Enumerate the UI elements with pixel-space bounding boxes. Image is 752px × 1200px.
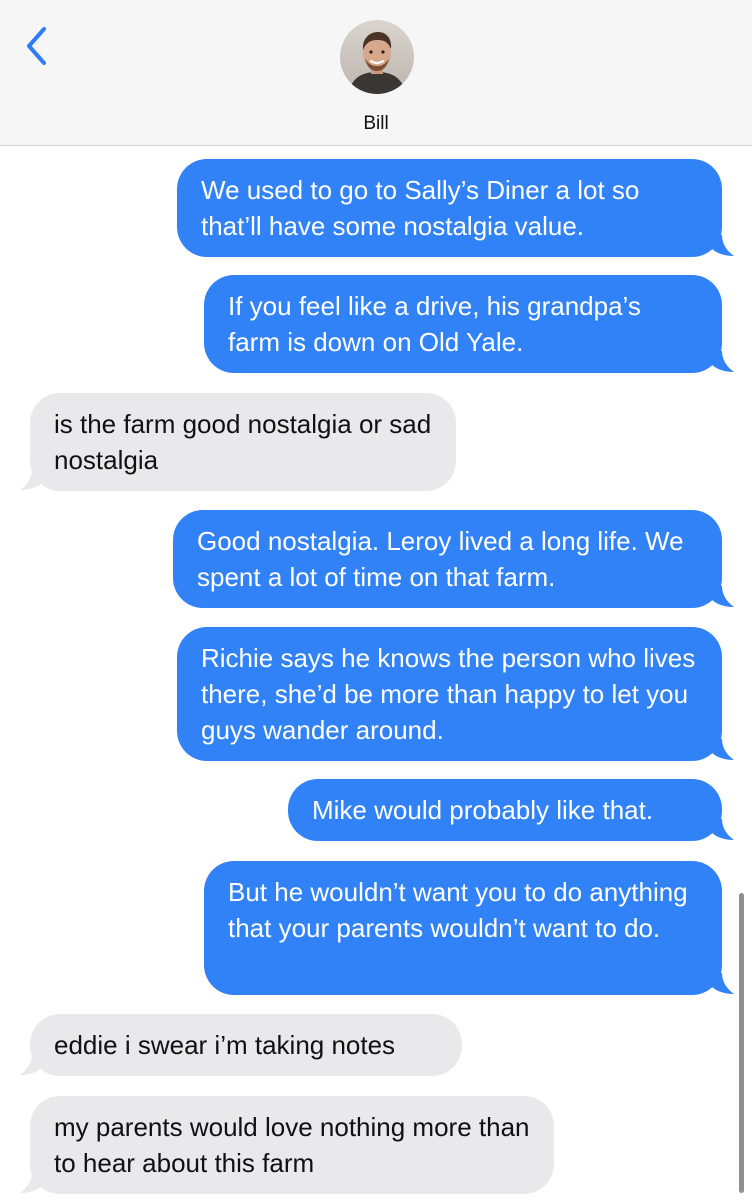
message-text: eddie i swear i’m taking notes bbox=[54, 1030, 396, 1060]
message-text: Mike would probably like that. bbox=[312, 795, 654, 825]
contact-name[interactable]: Bill bbox=[0, 113, 752, 135]
sent-message-bubble[interactable]: We used to go to Sally’s Diner a lot so … bbox=[177, 159, 722, 257]
chevron-left-icon bbox=[27, 27, 46, 65]
contact-avatar[interactable] bbox=[340, 20, 414, 94]
sent-message-bubble[interactable]: Richie says he knows the person who live… bbox=[177, 627, 722, 761]
message-text: Good nostalgia. Leroy lived a long life.… bbox=[197, 526, 684, 592]
message-text: If you feel like a drive, his grandpa’s … bbox=[228, 291, 641, 357]
sent-message-bubble[interactable]: Mike would probably like that. bbox=[288, 779, 722, 841]
bubble-tail bbox=[20, 1054, 43, 1075]
back-button[interactable] bbox=[22, 24, 56, 68]
received-message-bubble[interactable]: is the farm good nostalgia or sad nostal… bbox=[30, 393, 456, 491]
bubble-tail bbox=[711, 739, 734, 760]
sent-message-bubble[interactable]: Good nostalgia. Leroy lived a long life.… bbox=[173, 510, 722, 608]
bubble-tail bbox=[20, 1172, 43, 1193]
message-text: But he wouldn’t want you to do anything … bbox=[228, 877, 688, 943]
bubble-tail bbox=[20, 469, 43, 490]
bubble-tail bbox=[711, 586, 734, 607]
bubble-tail bbox=[711, 235, 734, 256]
message-thread[interactable]: We used to go to Sally’s Diner a lot so … bbox=[0, 146, 752, 1200]
bubble-tail bbox=[711, 973, 734, 994]
received-message-bubble[interactable]: my parents would love nothing more than … bbox=[30, 1096, 554, 1194]
received-message-bubble[interactable]: eddie i swear i’m taking notes bbox=[30, 1014, 462, 1076]
message-text: Richie says he knows the person who live… bbox=[201, 643, 696, 745]
avatar-photo bbox=[340, 20, 414, 94]
bubble-tail bbox=[711, 351, 734, 372]
message-text: We used to go to Sally’s Diner a lot so … bbox=[201, 175, 640, 241]
conversation-header: Bill bbox=[0, 0, 752, 146]
message-text: is the farm good nostalgia or sad nostal… bbox=[54, 409, 432, 475]
sent-message-bubble[interactable]: But he wouldn’t want you to do anything … bbox=[204, 861, 722, 995]
scroll-indicator[interactable] bbox=[739, 893, 744, 1193]
sent-message-bubble[interactable]: If you feel like a drive, his grandpa’s … bbox=[204, 275, 722, 373]
bubble-tail bbox=[711, 819, 734, 840]
message-text: my parents would love nothing more than … bbox=[54, 1112, 530, 1178]
